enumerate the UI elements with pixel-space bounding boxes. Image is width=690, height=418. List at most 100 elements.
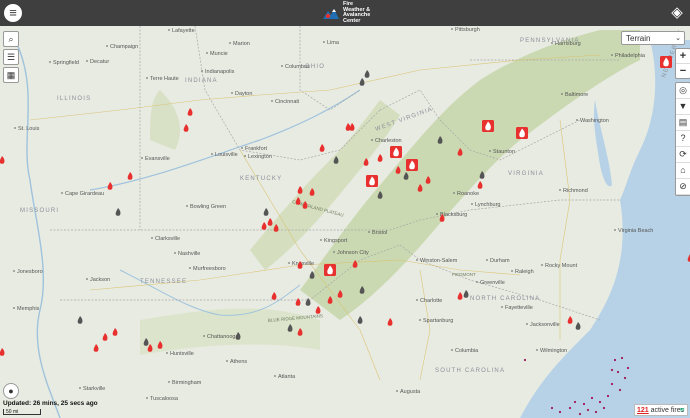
search-icon[interactable]: ⌕ bbox=[3, 31, 19, 47]
calendar-icon[interactable]: ▤ bbox=[676, 115, 690, 131]
city-label: Lexington bbox=[248, 154, 272, 160]
city-dot bbox=[320, 239, 322, 241]
city-dot bbox=[436, 213, 438, 215]
state-label: KENTUCKY bbox=[240, 176, 282, 182]
city-dot bbox=[333, 251, 335, 253]
city-label: Cincinnati bbox=[275, 99, 299, 105]
city-label: Athens bbox=[230, 359, 247, 365]
city-label: Chattanooga bbox=[207, 334, 239, 340]
fire-marker-flagged[interactable] bbox=[482, 120, 494, 132]
location-pin-icon[interactable]: ● bbox=[3, 383, 19, 399]
hotspot-dot bbox=[568, 406, 572, 410]
city-label: Frankfort bbox=[245, 146, 267, 152]
city-label: Columbia bbox=[455, 348, 479, 354]
city-dot bbox=[486, 259, 488, 261]
city-label: Durham bbox=[490, 258, 510, 264]
city-dot bbox=[288, 262, 290, 264]
city-label: Jacksonville bbox=[530, 322, 560, 328]
app-logo[interactable]: Fire Weather & Avalanche Center bbox=[322, 1, 370, 24]
city-dot bbox=[471, 203, 473, 205]
fire-marker-flagged[interactable] bbox=[516, 127, 528, 139]
city-dot bbox=[186, 205, 188, 207]
city-dot bbox=[151, 237, 153, 239]
city-label: Atlanta bbox=[278, 374, 296, 380]
building-icon[interactable]: ⌂ bbox=[676, 163, 690, 179]
city-label: Harrisburg bbox=[555, 41, 581, 47]
fire-marker-flagged[interactable] bbox=[660, 56, 672, 68]
city-label: Richmond bbox=[563, 188, 588, 194]
help-icon[interactable]: ? bbox=[676, 131, 690, 147]
layers-icon[interactable]: ◈ bbox=[668, 4, 686, 22]
state-label: NORTH CAROLINA bbox=[470, 296, 540, 302]
list-icon[interactable]: ☰ bbox=[3, 49, 19, 65]
city-label: St. Louis bbox=[18, 126, 40, 132]
hotspot-dot bbox=[616, 370, 620, 374]
city-dot bbox=[166, 352, 168, 354]
hotspot-dot bbox=[620, 356, 624, 360]
hotspot-dot bbox=[598, 400, 602, 404]
state-label: VIRGINIA bbox=[508, 171, 544, 177]
city-label: Knoxville bbox=[292, 261, 314, 267]
hotspot-dot bbox=[613, 358, 617, 362]
city-label: Evansville bbox=[145, 156, 170, 162]
city-dot bbox=[79, 387, 81, 389]
map-canvas[interactable]: ILLINOISINDIANAOHIOKENTUCKYTENNESSEEVIRG… bbox=[0, 26, 690, 418]
fire-marker-flagged[interactable] bbox=[324, 264, 336, 276]
active-fires-badge[interactable]: 121 active fires ≋ bbox=[634, 404, 688, 416]
city-label: Jonesboro bbox=[17, 269, 43, 275]
filter-icon[interactable]: ▼ bbox=[676, 99, 690, 115]
hotspot-dot bbox=[586, 408, 590, 412]
city-label: Lafayette bbox=[172, 28, 195, 34]
calculator-icon[interactable]: ▦ bbox=[3, 67, 19, 83]
city-label: Rocky Mount bbox=[545, 263, 578, 269]
hotspot-dot bbox=[523, 358, 527, 362]
fire-marker-flagged[interactable] bbox=[406, 159, 418, 171]
city-dot bbox=[368, 231, 370, 233]
region-label: PIEDMONT bbox=[452, 272, 476, 277]
city-dot bbox=[281, 65, 283, 67]
city-dot bbox=[49, 61, 51, 63]
city-dot bbox=[146, 77, 148, 79]
city-label: Charleston bbox=[375, 138, 402, 144]
city-label: Washington bbox=[580, 118, 609, 124]
city-dot bbox=[614, 229, 616, 231]
locate-icon[interactable]: ◎ bbox=[676, 83, 690, 99]
city-dot bbox=[86, 278, 88, 280]
hotspot-dot bbox=[573, 400, 577, 404]
city-label: Columbus bbox=[285, 64, 310, 70]
city-dot bbox=[141, 157, 143, 159]
city-dot bbox=[371, 139, 373, 141]
city-label: Winston-Salem bbox=[420, 258, 458, 264]
city-dot bbox=[536, 349, 538, 351]
refresh-icon[interactable]: ⟳ bbox=[676, 147, 690, 163]
menu-icon[interactable]: ≡ bbox=[4, 4, 22, 22]
fire-marker-flagged[interactable] bbox=[366, 175, 378, 187]
hotspot-dot bbox=[606, 394, 610, 398]
city-dot bbox=[86, 60, 88, 62]
city-label: Staunton bbox=[493, 149, 515, 155]
city-dot bbox=[476, 281, 478, 283]
city-label: Memphis bbox=[17, 306, 40, 312]
city-label: Nashville bbox=[178, 251, 200, 257]
fire-marker-flagged[interactable] bbox=[390, 146, 402, 158]
city-label: Greenville bbox=[480, 280, 505, 286]
chevron-down-icon: ⌄ bbox=[675, 35, 681, 42]
city-dot bbox=[244, 155, 246, 157]
city-dot bbox=[416, 299, 418, 301]
basemap-select[interactable]: Terrain ⌄ bbox=[621, 31, 685, 45]
city-dot bbox=[241, 147, 243, 149]
city-dot bbox=[274, 375, 276, 377]
city-dot bbox=[419, 319, 421, 321]
city-dot bbox=[168, 29, 170, 31]
zoom-in-button[interactable]: + bbox=[676, 49, 690, 64]
city-label: Bowling Green bbox=[190, 204, 226, 210]
city-label: Fayetteville bbox=[505, 305, 533, 311]
zoom-out-button[interactable]: − bbox=[676, 64, 690, 78]
city-label: Roanoke bbox=[457, 191, 479, 197]
city-dot bbox=[541, 264, 543, 266]
city-label: Indianapolis bbox=[205, 69, 235, 75]
hide-icon[interactable]: ⊘ bbox=[676, 179, 690, 195]
city-label: Augusta bbox=[400, 389, 421, 395]
city-dot bbox=[489, 150, 491, 152]
city-dot bbox=[168, 381, 170, 383]
